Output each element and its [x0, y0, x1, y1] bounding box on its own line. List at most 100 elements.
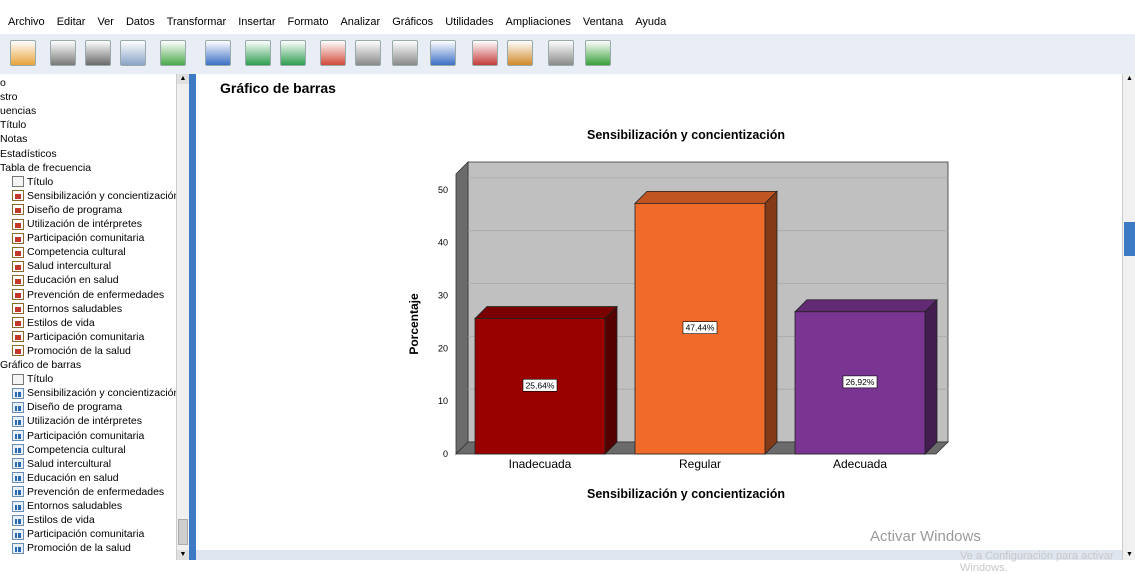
menu-formato[interactable]: Formato	[288, 16, 329, 28]
navigator-item[interactable]: Diseño de programa	[12, 203, 122, 217]
navigator-item[interactable]: uencias	[0, 104, 36, 118]
viewer-vertical-scrollbar[interactable]: ▲ ▼	[1122, 74, 1135, 560]
navigator-item-label: Educación en salud	[27, 471, 119, 484]
navigator-item[interactable]: Prevención de enfermedades	[12, 288, 164, 302]
navigator-item-label: Título	[27, 373, 54, 386]
export-icon[interactable]	[160, 40, 186, 66]
navigator-item[interactable]: Entornos saludables	[12, 499, 122, 513]
navigator-item-label: Utilización de intérpretes	[27, 415, 142, 428]
navigator-item-label: Salud intercultural	[27, 457, 112, 470]
table-icon	[12, 218, 24, 230]
menu-ayuda[interactable]: Ayuda	[635, 16, 666, 28]
navigator-item[interactable]: Título	[12, 175, 53, 189]
open-icon[interactable]	[10, 40, 36, 66]
navigator-item[interactable]: Entornos saludables	[12, 302, 122, 316]
variables-icon[interactable]	[430, 40, 456, 66]
dialog-recall-icon[interactable]	[205, 40, 231, 66]
navigator-item[interactable]: Participación comunitaria	[12, 527, 144, 541]
activate-windows-subtitle: Ve a Configuración para activar Windows.	[960, 550, 1114, 574]
redo-icon[interactable]	[280, 40, 306, 66]
navigator-item[interactable]: Estilos de vida	[12, 513, 95, 527]
navigator-item-label: Notas	[0, 133, 28, 146]
navigator-item[interactable]: Título	[12, 372, 53, 386]
print-icon[interactable]	[85, 40, 111, 66]
chart-icon	[12, 500, 24, 512]
table-icon	[12, 246, 24, 258]
chart-icon	[12, 444, 24, 456]
navigator-item[interactable]: Notas	[0, 132, 27, 146]
add-item-icon[interactable]	[585, 40, 611, 66]
menu-editar[interactable]: Editar	[57, 16, 86, 28]
scroll-down-arrow[interactable]: ▼	[177, 550, 189, 560]
goto-variable-icon[interactable]	[355, 40, 381, 66]
navigator-scrollbar[interactable]: ▲ ▼	[176, 74, 189, 560]
menu-utilidades[interactable]: Utilidades	[445, 16, 493, 28]
table-icon	[12, 331, 24, 343]
navigator-item-label: Gráfico de barras	[0, 359, 82, 371]
navigator-item[interactable]: Gráfico de barras	[0, 358, 81, 372]
goto-case-icon[interactable]	[320, 40, 346, 66]
chart-icon	[12, 528, 24, 540]
navigator-item-label: Utilización de intérpretes	[27, 218, 142, 230]
navigator-item[interactable]: Salud intercultural	[12, 259, 111, 273]
scroll-up-arrow[interactable]: ▲	[177, 74, 189, 84]
navigator-item-label: Competencia cultural	[27, 443, 126, 456]
navigator-item-label: Competencia cultural	[27, 246, 126, 259]
navigator-item[interactable]: Educación en salud	[12, 471, 119, 485]
navigator-item[interactable]: Estilos de vida	[12, 316, 95, 330]
navigator-item[interactable]: Sensibilización y concientización	[12, 386, 179, 400]
navigator-item[interactable]: Tabla de frecuencia	[0, 161, 91, 175]
menu-archivo[interactable]: Archivo	[8, 16, 45, 28]
menu-analizar[interactable]: Analizar	[340, 16, 380, 28]
navigator-item[interactable]: Prevención de enfermedades	[12, 485, 164, 499]
chart-icon	[12, 430, 24, 441]
navigator-item[interactable]: Participación comunitaria	[12, 231, 144, 245]
scroll-thumb[interactable]	[1124, 222, 1135, 256]
navigator-item[interactable]: Sensibilización y concientización	[12, 189, 179, 203]
print-preview-icon[interactable]	[120, 40, 146, 66]
menu-ventana[interactable]: Ventana	[583, 16, 623, 28]
navigator-item[interactable]: o	[0, 76, 6, 90]
navigator-item[interactable]: Diseño de programa	[12, 400, 122, 414]
undo-icon[interactable]	[245, 40, 271, 66]
navigator-item[interactable]: Estadísticos	[0, 147, 57, 161]
table-icon	[12, 303, 24, 315]
table-icon	[12, 289, 24, 300]
navigator-item[interactable]: Participación comunitaria	[12, 429, 144, 443]
navigator-item-label: Participación comunitaria	[27, 429, 145, 442]
script-icon[interactable]	[472, 40, 498, 66]
table-icon	[12, 204, 24, 216]
menu-ver[interactable]: Ver	[97, 16, 114, 28]
menu-insertar[interactable]: Insertar	[238, 16, 275, 28]
navigator-item-label: Título	[0, 119, 27, 132]
menu-graficos[interactable]: Gráficos	[392, 16, 433, 28]
navigator-item[interactable]: Promoción de la salud	[12, 344, 131, 358]
select-output-icon[interactable]	[548, 40, 574, 66]
menu-transformar[interactable]: Transformar	[167, 16, 227, 28]
y-tick-label: 10	[438, 396, 448, 406]
menu-ampliaciones[interactable]: Ampliaciones	[506, 16, 571, 28]
x-tick-label: Adecuada	[833, 457, 887, 471]
navigator-item[interactable]: Título	[0, 118, 26, 132]
table-icon	[12, 260, 24, 272]
navigator-item[interactable]: Competencia cultural	[12, 245, 126, 259]
navigator-item[interactable]: Promoción de la salud	[12, 541, 131, 555]
navigator-item-label: uencias	[0, 105, 37, 118]
menu-datos[interactable]: Datos	[126, 16, 155, 28]
navigator-item[interactable]: Utilización de intérpretes	[12, 217, 142, 231]
output-heading: Gráfico de barras	[220, 80, 336, 96]
insert-case-icon[interactable]	[392, 40, 418, 66]
y-tick-label: 50	[438, 185, 448, 195]
scroll-thumb[interactable]	[178, 519, 188, 545]
scroll-up-arrow[interactable]: ▲	[1123, 74, 1135, 84]
navigator-item[interactable]: Participación comunitaria	[12, 330, 144, 344]
navigator-item[interactable]: Utilización de intérpretes	[12, 414, 142, 428]
bar-chart[interactable]: 0 10 20 30 40 50 25,64% Inadecuada 47,44% Regular…	[296, 114, 1056, 554]
designate-window-icon[interactable]	[507, 40, 533, 66]
save-icon[interactable]	[50, 40, 76, 66]
navigator-item[interactable]: Salud intercultural	[12, 457, 111, 471]
navigator-item[interactable]: stro	[0, 90, 18, 104]
navigator-item[interactable]: Educación en salud	[12, 273, 119, 287]
navigator-item-label: Diseño de programa	[27, 203, 123, 216]
navigator-item[interactable]: Competencia cultural	[12, 443, 126, 457]
